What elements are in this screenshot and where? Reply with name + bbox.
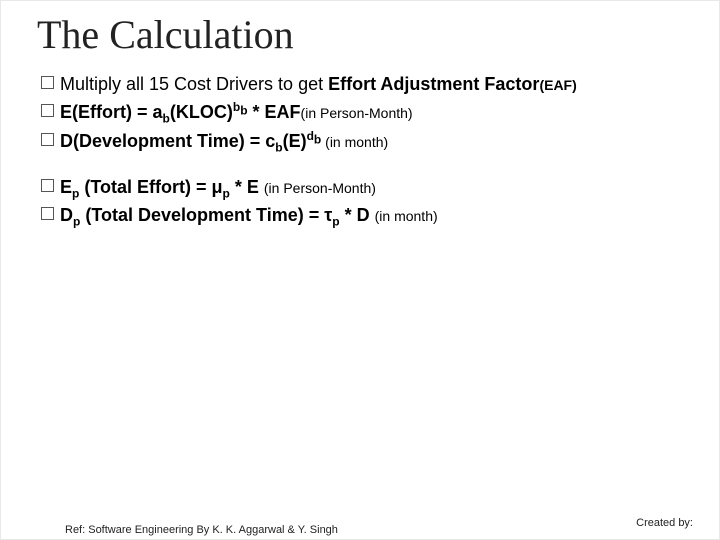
text-bold: E(Effort) = a xyxy=(60,102,163,122)
subscript: b xyxy=(275,140,282,154)
text-bold: E xyxy=(60,177,72,197)
bullet-text: Dp (Total Development Time) = τp * D (in… xyxy=(60,203,438,227)
subscript: b xyxy=(163,112,170,126)
text-small: (in month) xyxy=(321,134,388,150)
bullet-text: Ep (Total Effort) = μp * E (in Person-Mo… xyxy=(60,175,376,199)
text-fragment: Multiply all 15 Cost Drivers to get xyxy=(60,74,328,94)
checkbox-icon xyxy=(41,76,54,89)
text-small: (in Person-Month) xyxy=(264,180,376,196)
footer-author: Created by: xyxy=(636,517,693,529)
checkbox-icon xyxy=(41,179,54,192)
bullet-item: D(Development Time) = cb(E)db (in month) xyxy=(41,129,685,153)
bullet-text: Multiply all 15 Cost Drivers to get Effo… xyxy=(60,72,577,96)
bullet-item: Multiply all 15 Cost Drivers to get Effo… xyxy=(41,72,685,96)
superscript: db xyxy=(307,129,322,143)
text-bold: (E) xyxy=(283,131,307,151)
checkbox-icon xyxy=(41,104,54,117)
slide-body: Multiply all 15 Cost Drivers to get Effo… xyxy=(41,72,685,227)
text-bold: (KLOC) xyxy=(170,102,233,122)
bullet-text: E(Effort) = ab(KLOC)bb * EAF(in Person-M… xyxy=(60,100,413,124)
bullet-text: D(Development Time) = cb(E)db (in month) xyxy=(60,129,388,153)
subscript: b xyxy=(240,104,247,118)
text-bold: D xyxy=(60,205,73,225)
subscript: p xyxy=(332,215,339,229)
text-bold: (Total Development Time) = τ xyxy=(80,205,332,225)
text-bold: D(Development Time) = c xyxy=(60,131,275,151)
text-fragment: d xyxy=(307,129,314,143)
text-bold: Effort Adjustment Factor xyxy=(328,74,539,94)
bullet-item: Dp (Total Development Time) = τp * D (in… xyxy=(41,203,685,227)
text-small: (EAF) xyxy=(539,77,576,93)
subscript: p xyxy=(223,186,230,200)
slide-title: The Calculation xyxy=(37,11,685,58)
text-small: (in Person-Month) xyxy=(301,105,413,121)
text-bold: (Total Effort) = μ xyxy=(79,177,222,197)
text-bold: * EAF xyxy=(248,102,301,122)
text-bold: * E xyxy=(230,177,264,197)
bullet-item: E(Effort) = ab(KLOC)bb * EAF(in Person-M… xyxy=(41,100,685,124)
footer-reference: Ref: Software Engineering By K. K. Aggar… xyxy=(65,524,338,537)
slide: The Calculation Multiply all 15 Cost Dri… xyxy=(1,1,720,540)
superscript: bb xyxy=(233,100,248,114)
text-small: (in month) xyxy=(375,208,438,224)
text-bold: * D xyxy=(340,205,375,225)
bullet-item: Ep (Total Effort) = μp * E (in Person-Mo… xyxy=(41,175,685,199)
checkbox-icon xyxy=(41,133,54,146)
checkbox-icon xyxy=(41,207,54,220)
